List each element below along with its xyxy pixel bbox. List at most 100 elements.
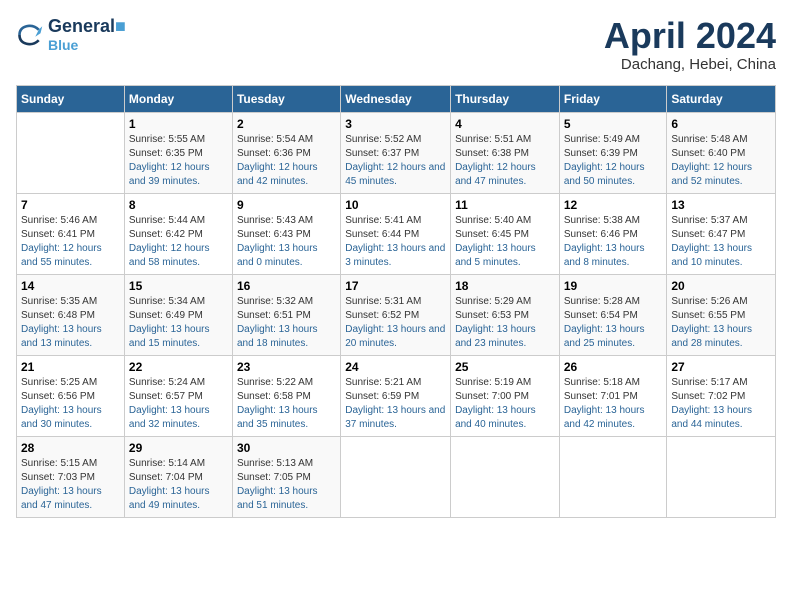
day-number: 18 <box>455 279 555 293</box>
week-row-4: 28 Sunrise: 5:15 AMSunset: 7:03 PMDaylig… <box>17 436 776 517</box>
day-number: 6 <box>671 117 771 131</box>
day-info: Sunrise: 5:55 AMSunset: 6:35 PMDaylight:… <box>129 133 228 189</box>
day-cell: 22 Sunrise: 5:24 AMSunset: 6:57 PMDaylig… <box>124 355 232 436</box>
title-block: April 2024 Dachang, Hebei, China <box>604 16 776 73</box>
day-cell: 17 Sunrise: 5:31 AMSunset: 6:52 PMDaylig… <box>341 274 451 355</box>
day-cell: 16 Sunrise: 5:32 AMSunset: 6:51 PMDaylig… <box>232 274 340 355</box>
day-cell: 11 Sunrise: 5:40 AMSunset: 6:45 PMDaylig… <box>451 193 560 274</box>
day-number: 19 <box>564 279 663 293</box>
day-cell: 1 Sunrise: 5:55 AMSunset: 6:35 PMDayligh… <box>124 112 232 193</box>
day-number: 24 <box>345 360 446 374</box>
day-number: 13 <box>671 198 771 212</box>
day-number: 3 <box>345 117 446 131</box>
day-info: Sunrise: 5:34 AMSunset: 6:49 PMDaylight:… <box>129 295 228 351</box>
day-cell: 18 Sunrise: 5:29 AMSunset: 6:53 PMDaylig… <box>451 274 560 355</box>
day-number: 12 <box>564 198 663 212</box>
day-info: Sunrise: 5:26 AMSunset: 6:55 PMDaylight:… <box>671 295 771 351</box>
day-number: 11 <box>455 198 555 212</box>
day-info: Sunrise: 5:48 AMSunset: 6:40 PMDaylight:… <box>671 133 771 189</box>
day-info: Sunrise: 5:46 AMSunset: 6:41 PMDaylight:… <box>21 214 120 270</box>
day-info: Sunrise: 5:17 AMSunset: 7:02 PMDaylight:… <box>671 376 771 432</box>
day-number: 20 <box>671 279 771 293</box>
day-cell: 28 Sunrise: 5:15 AMSunset: 7:03 PMDaylig… <box>17 436 125 517</box>
day-info: Sunrise: 5:40 AMSunset: 6:45 PMDaylight:… <box>455 214 555 270</box>
day-info: Sunrise: 5:49 AMSunset: 6:39 PMDaylight:… <box>564 133 663 189</box>
day-cell: 14 Sunrise: 5:35 AMSunset: 6:48 PMDaylig… <box>17 274 125 355</box>
header-cell-friday: Friday <box>559 85 667 112</box>
header-cell-wednesday: Wednesday <box>341 85 451 112</box>
day-cell: 15 Sunrise: 5:34 AMSunset: 6:49 PMDaylig… <box>124 274 232 355</box>
day-info: Sunrise: 5:28 AMSunset: 6:54 PMDaylight:… <box>564 295 663 351</box>
day-cell: 19 Sunrise: 5:28 AMSunset: 6:54 PMDaylig… <box>559 274 667 355</box>
week-row-0: 1 Sunrise: 5:55 AMSunset: 6:35 PMDayligh… <box>17 112 776 193</box>
day-info: Sunrise: 5:24 AMSunset: 6:57 PMDaylight:… <box>129 376 228 432</box>
day-number: 25 <box>455 360 555 374</box>
day-info: Sunrise: 5:35 AMSunset: 6:48 PMDaylight:… <box>21 295 120 351</box>
day-cell: 27 Sunrise: 5:17 AMSunset: 7:02 PMDaylig… <box>667 355 776 436</box>
header-cell-tuesday: Tuesday <box>232 85 340 112</box>
day-number: 2 <box>237 117 336 131</box>
day-cell: 12 Sunrise: 5:38 AMSunset: 6:46 PMDaylig… <box>559 193 667 274</box>
header-cell-monday: Monday <box>124 85 232 112</box>
day-cell: 6 Sunrise: 5:48 AMSunset: 6:40 PMDayligh… <box>667 112 776 193</box>
day-cell: 9 Sunrise: 5:43 AMSunset: 6:43 PMDayligh… <box>232 193 340 274</box>
day-number: 16 <box>237 279 336 293</box>
day-info: Sunrise: 5:38 AMSunset: 6:46 PMDaylight:… <box>564 214 663 270</box>
header-cell-thursday: Thursday <box>451 85 560 112</box>
day-cell <box>451 436 560 517</box>
day-cell: 25 Sunrise: 5:19 AMSunset: 7:00 PMDaylig… <box>451 355 560 436</box>
day-cell: 5 Sunrise: 5:49 AMSunset: 6:39 PMDayligh… <box>559 112 667 193</box>
day-number: 22 <box>129 360 228 374</box>
day-number: 10 <box>345 198 446 212</box>
day-cell: 29 Sunrise: 5:14 AMSunset: 7:04 PMDaylig… <box>124 436 232 517</box>
day-cell <box>559 436 667 517</box>
day-cell: 23 Sunrise: 5:22 AMSunset: 6:58 PMDaylig… <box>232 355 340 436</box>
day-info: Sunrise: 5:21 AMSunset: 6:59 PMDaylight:… <box>345 376 446 432</box>
header-cell-saturday: Saturday <box>667 85 776 112</box>
day-cell: 8 Sunrise: 5:44 AMSunset: 6:42 PMDayligh… <box>124 193 232 274</box>
day-number: 4 <box>455 117 555 131</box>
day-number: 7 <box>21 198 120 212</box>
day-info: Sunrise: 5:14 AMSunset: 7:04 PMDaylight:… <box>129 457 228 513</box>
day-cell <box>341 436 451 517</box>
day-cell: 26 Sunrise: 5:18 AMSunset: 7:01 PMDaylig… <box>559 355 667 436</box>
day-number: 14 <box>21 279 120 293</box>
day-cell: 4 Sunrise: 5:51 AMSunset: 6:38 PMDayligh… <box>451 112 560 193</box>
day-info: Sunrise: 5:43 AMSunset: 6:43 PMDaylight:… <box>237 214 336 270</box>
day-info: Sunrise: 5:29 AMSunset: 6:53 PMDaylight:… <box>455 295 555 351</box>
header-cell-sunday: Sunday <box>17 85 125 112</box>
day-cell: 2 Sunrise: 5:54 AMSunset: 6:36 PMDayligh… <box>232 112 340 193</box>
calendar-table: SundayMondayTuesdayWednesdayThursdayFrid… <box>16 85 776 518</box>
day-cell: 24 Sunrise: 5:21 AMSunset: 6:59 PMDaylig… <box>341 355 451 436</box>
day-number: 28 <box>21 441 120 455</box>
day-number: 15 <box>129 279 228 293</box>
day-number: 26 <box>564 360 663 374</box>
day-info: Sunrise: 5:25 AMSunset: 6:56 PMDaylight:… <box>21 376 120 432</box>
day-cell <box>667 436 776 517</box>
month-title: April 2024 <box>604 16 776 56</box>
day-number: 9 <box>237 198 336 212</box>
header-row: SundayMondayTuesdayWednesdayThursdayFrid… <box>17 85 776 112</box>
day-info: Sunrise: 5:32 AMSunset: 6:51 PMDaylight:… <box>237 295 336 351</box>
day-info: Sunrise: 5:15 AMSunset: 7:03 PMDaylight:… <box>21 457 120 513</box>
day-cell: 30 Sunrise: 5:13 AMSunset: 7:05 PMDaylig… <box>232 436 340 517</box>
day-info: Sunrise: 5:41 AMSunset: 6:44 PMDaylight:… <box>345 214 446 270</box>
day-number: 27 <box>671 360 771 374</box>
day-cell: 21 Sunrise: 5:25 AMSunset: 6:56 PMDaylig… <box>17 355 125 436</box>
day-cell: 3 Sunrise: 5:52 AMSunset: 6:37 PMDayligh… <box>341 112 451 193</box>
day-number: 21 <box>21 360 120 374</box>
day-info: Sunrise: 5:18 AMSunset: 7:01 PMDaylight:… <box>564 376 663 432</box>
logo-icon <box>16 21 44 49</box>
day-info: Sunrise: 5:13 AMSunset: 7:05 PMDaylight:… <box>237 457 336 513</box>
week-row-2: 14 Sunrise: 5:35 AMSunset: 6:48 PMDaylig… <box>17 274 776 355</box>
day-info: Sunrise: 5:54 AMSunset: 6:36 PMDaylight:… <box>237 133 336 189</box>
day-info: Sunrise: 5:51 AMSunset: 6:38 PMDaylight:… <box>455 133 555 189</box>
day-info: Sunrise: 5:19 AMSunset: 7:00 PMDaylight:… <box>455 376 555 432</box>
day-cell <box>17 112 125 193</box>
logo: General■ Blue <box>16 16 126 53</box>
week-row-1: 7 Sunrise: 5:46 AMSunset: 6:41 PMDayligh… <box>17 193 776 274</box>
day-info: Sunrise: 5:22 AMSunset: 6:58 PMDaylight:… <box>237 376 336 432</box>
day-number: 5 <box>564 117 663 131</box>
day-cell: 10 Sunrise: 5:41 AMSunset: 6:44 PMDaylig… <box>341 193 451 274</box>
day-info: Sunrise: 5:44 AMSunset: 6:42 PMDaylight:… <box>129 214 228 270</box>
